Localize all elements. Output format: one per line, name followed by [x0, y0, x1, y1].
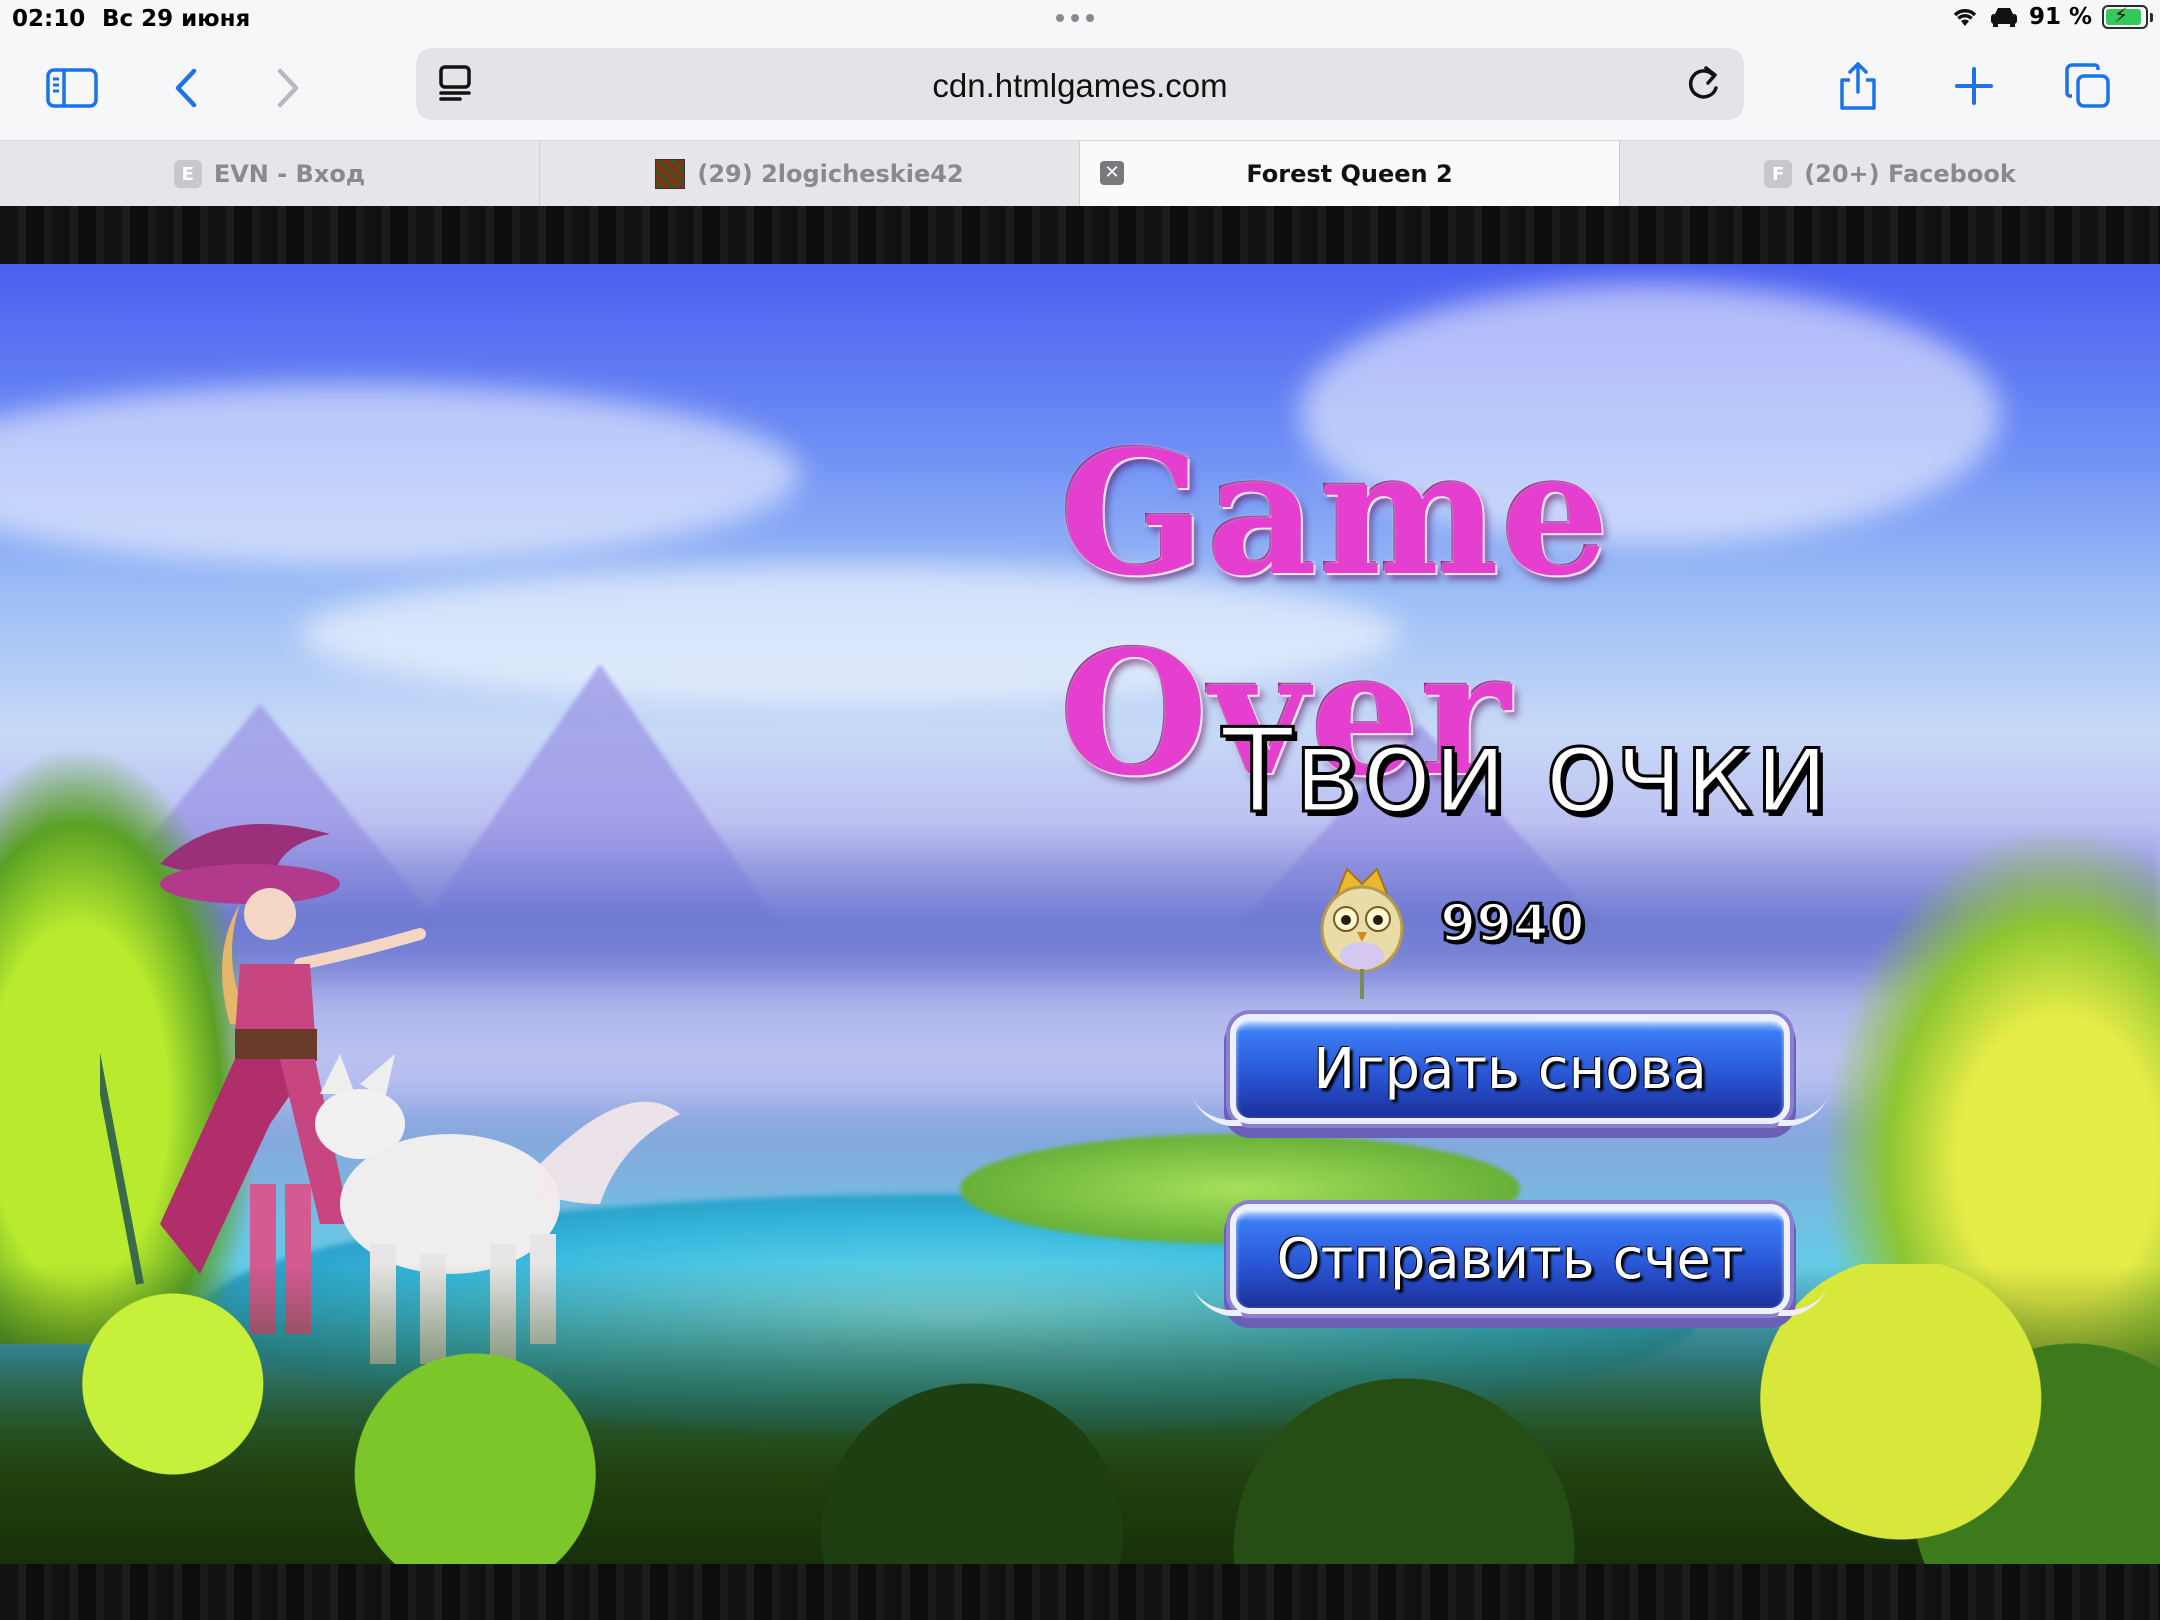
wifi-icon [1951, 6, 1979, 28]
play-again-button[interactable]: Играть снова [1230, 1014, 1790, 1124]
back-button[interactable] [158, 60, 214, 116]
status-bar: 02:10 Вс 29 июня 91 % ⚡ [0, 0, 2160, 40]
car-icon [1989, 6, 2019, 28]
foreground-bushes [0, 1264, 2160, 1564]
sidebar-icon [46, 68, 98, 108]
tab-label: Forest Queen 2 [1246, 160, 1453, 188]
reload-icon[interactable] [1684, 62, 1722, 109]
game-canvas[interactable]: Game Over Твои очки 9940 Играть снова От… [0, 264, 2160, 1564]
tab-label: (20+) Facebook [1804, 160, 2016, 188]
share-icon [1840, 62, 1876, 110]
browser-toolbar: cdn.htmlgames.com [0, 40, 2160, 140]
tab-facebook[interactable]: F (20+) Facebook [1620, 141, 2160, 207]
address-bar[interactable]: cdn.htmlgames.com [416, 48, 1744, 120]
tabs-icon [2065, 63, 2110, 108]
tab-favicon-f: F [1764, 160, 1793, 188]
battery-percent: 91 % [2028, 4, 2092, 30]
plus-icon [1955, 67, 1993, 105]
tab-forest-queen-2[interactable]: ✕ Forest Queen 2 [1080, 141, 1620, 207]
status-indicators: 91 % ⚡ [1951, 3, 2153, 30]
tab-label: EVN - Вход [213, 160, 366, 188]
url-text[interactable]: cdn.htmlgames.com [416, 67, 1744, 105]
status-date: Вс 29 июня [102, 6, 251, 32]
tab-favicon-image [655, 159, 686, 189]
tab-overview-button[interactable] [2056, 54, 2120, 118]
score-heading: Твои очки [1220, 703, 1830, 841]
tab-close-icon[interactable]: ✕ [1100, 161, 1124, 185]
battery-charging-icon: ⚡ [2102, 3, 2153, 29]
score-value: 9940 [1439, 893, 1587, 956]
submit-score-button[interactable]: Отправить счет [1230, 1204, 1790, 1314]
status-time: 02:10 [12, 6, 86, 32]
forward-button[interactable] [260, 60, 316, 116]
submit-score-label: Отправить счет [1276, 1226, 1744, 1292]
bolt-icon: ⚡ [2114, 3, 2129, 27]
cloud [0, 384, 800, 564]
share-button[interactable] [1826, 54, 1890, 118]
play-again-label: Играть снова [1313, 1036, 1707, 1102]
new-tab-button[interactable] [1942, 54, 2006, 118]
tab-label: (29) 2logicheskie42 [697, 160, 964, 188]
tab-strip: E EVN - Вход (29) 2logicheskie42 ✕ Fores… [0, 140, 2160, 207]
multitasking-dots-icon[interactable] [1056, 14, 1094, 22]
sidebar-button[interactable] [40, 60, 104, 116]
tab-2logicheskie42[interactable]: (29) 2logicheskie42 [540, 141, 1080, 207]
tab-evn[interactable]: E EVN - Вход [0, 141, 540, 207]
forward-icon [277, 68, 299, 108]
owl-trophy-icon [1320, 867, 1404, 999]
back-icon [175, 68, 197, 108]
tab-favicon-e: E [173, 160, 202, 188]
game-frame: Game Over Твои очки 9940 Играть снова От… [0, 206, 2160, 1620]
